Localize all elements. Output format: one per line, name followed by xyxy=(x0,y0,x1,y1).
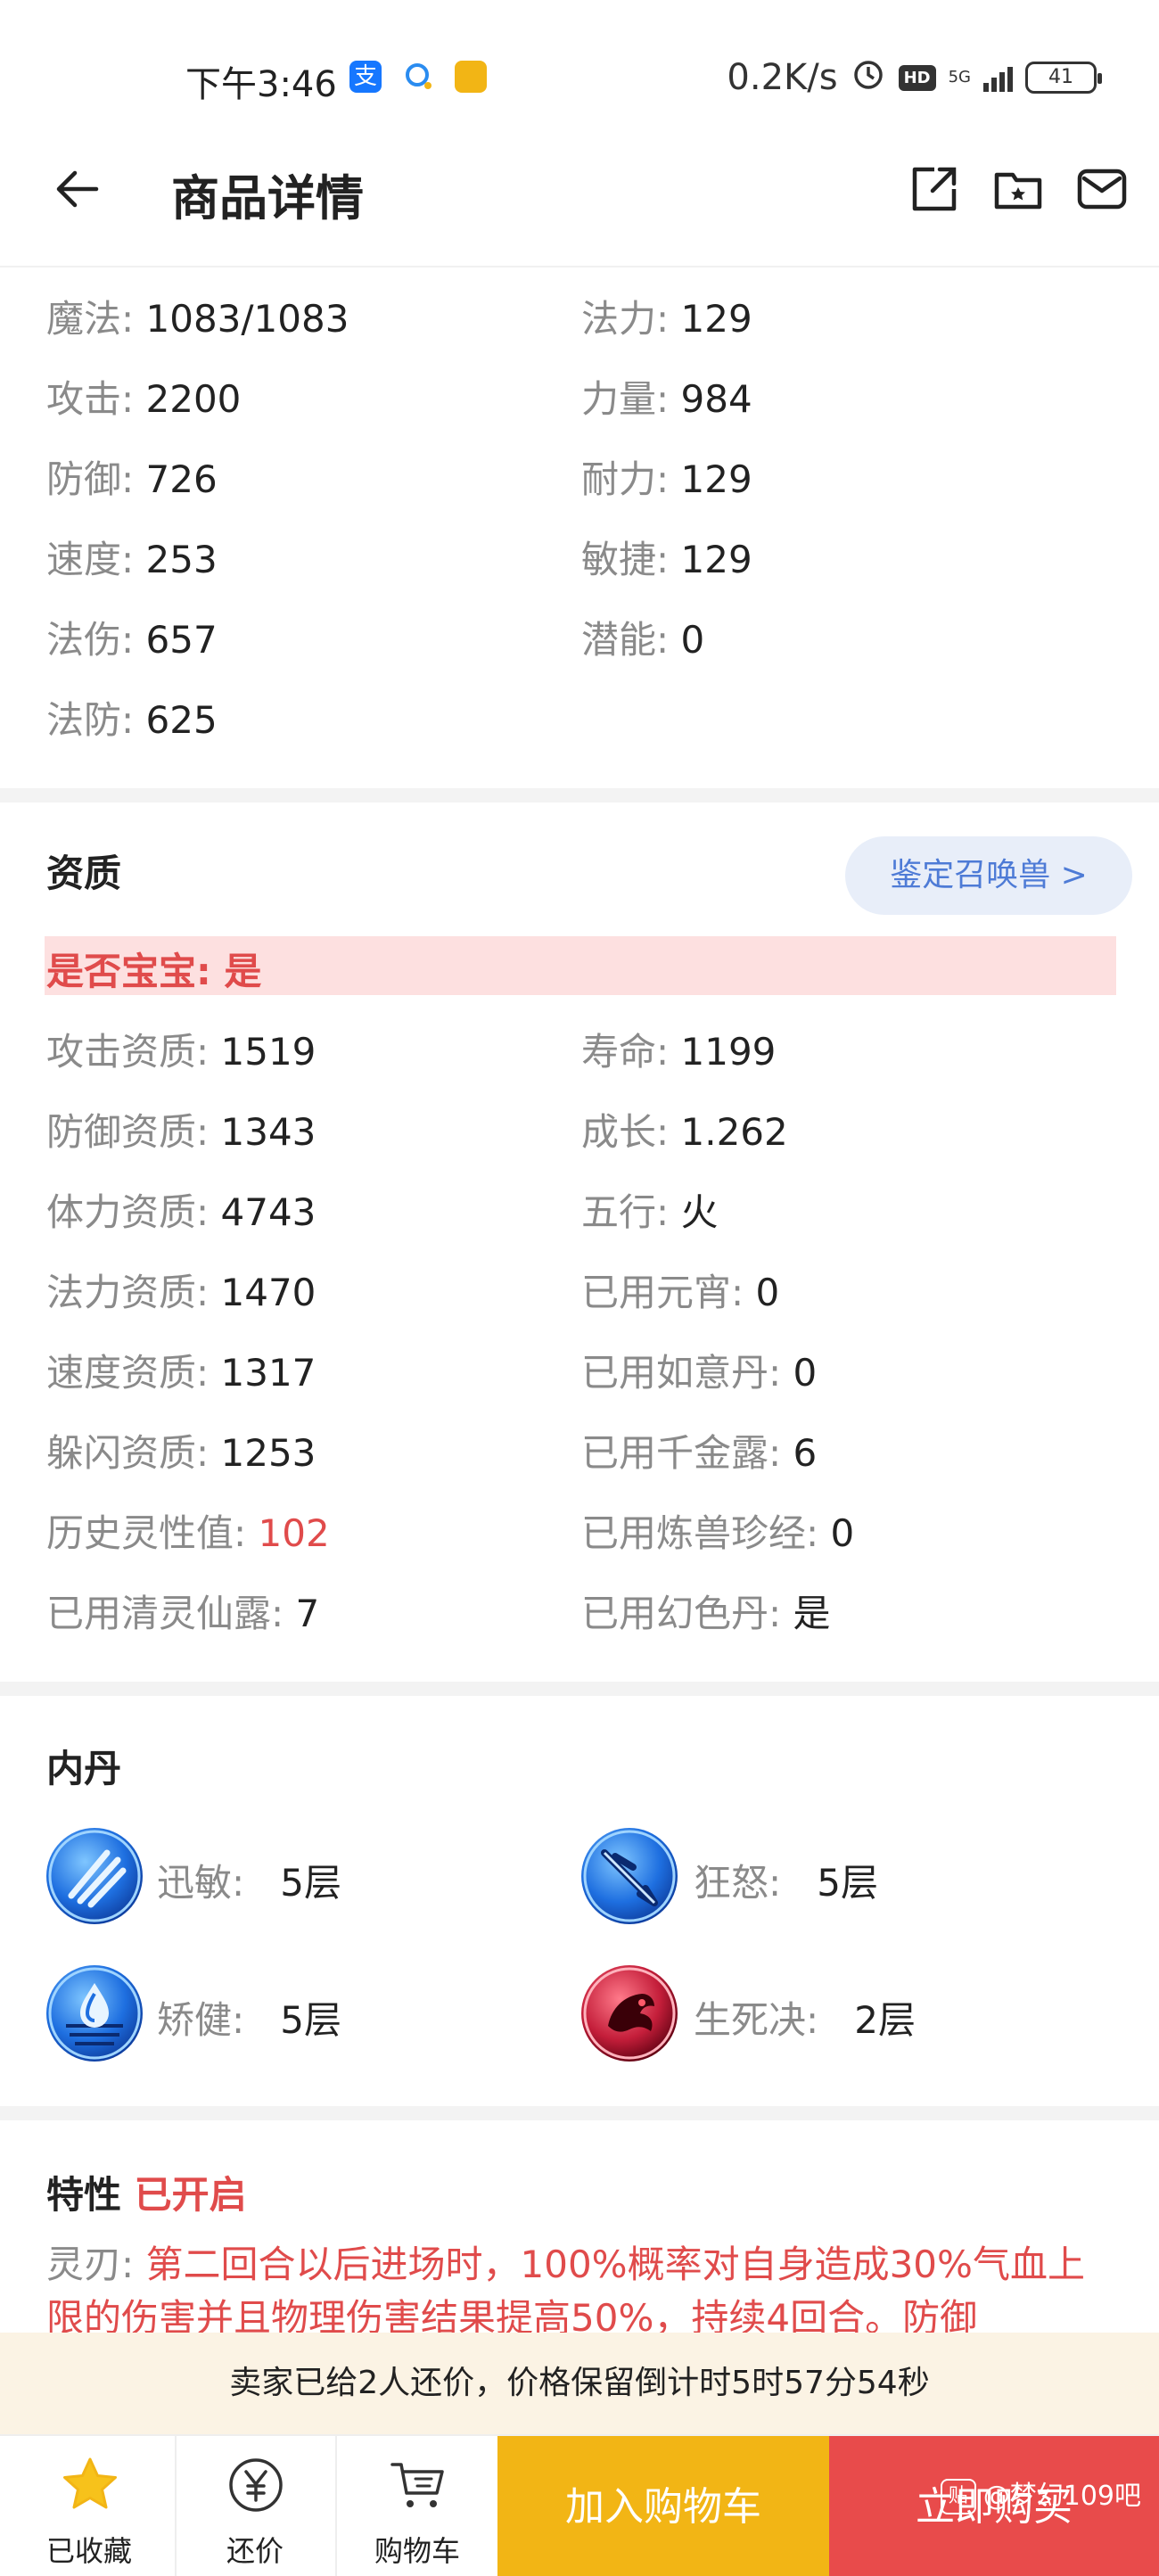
section-divider xyxy=(0,788,1159,802)
aptitude-right-0: 寿命: 1199 xyxy=(581,1030,777,1074)
aptitude-left-1: 防御资质: 1343 xyxy=(46,1110,316,1154)
stat-right-1: 力量: 984 xyxy=(581,377,752,421)
stat-right-0: 法力: 129 xyxy=(581,297,752,341)
aptitude-left-2: 体力资质: 4743 xyxy=(46,1190,316,1234)
aptitude-left-7: 已用清灵仙露: 7 xyxy=(46,1592,320,1635)
alarm-icon xyxy=(851,55,886,100)
aptitude-right-4: 已用如意丹: 0 xyxy=(581,1351,818,1395)
favorite-tab[interactable]: 已收藏 xyxy=(9,2436,169,2576)
message-mail-icon[interactable] xyxy=(1075,162,1129,216)
status-right-group: 0.2K/s HD 5G 41 xyxy=(727,55,1102,100)
notes-app-icon xyxy=(455,61,487,93)
back-arrow-icon[interactable] xyxy=(52,162,105,216)
stat-right-3: 敏捷: 129 xyxy=(581,538,752,581)
favorite-label: 已收藏 xyxy=(45,2534,132,2568)
section-divider xyxy=(0,1682,1159,1696)
share-icon[interactable] xyxy=(908,162,961,216)
net-speed: 0.2K/s xyxy=(727,57,838,98)
trait-description: 灵刃: 第二回合以后进场时，100%概率对自身造成30%气血上限的伤害并且物理伤… xyxy=(46,2243,1085,2340)
inner-dan-item-2: 矫健: 5层 xyxy=(157,1998,341,2042)
aptitude-right-5: 已用千金露: 6 xyxy=(581,1431,818,1475)
vigor-dan-icon[interactable] xyxy=(45,1963,144,2063)
navigation-bar: 商品详情 xyxy=(0,143,1159,267)
stat-left-4: 法伤: 657 xyxy=(46,618,218,662)
stat-left-3: 速度: 253 xyxy=(46,538,218,581)
inner-dan-title: 内丹 xyxy=(46,1747,122,1790)
watermark: 贴 @梦幻109吧 xyxy=(940,2425,1141,2567)
aptitude-right-1: 成长: 1.262 xyxy=(581,1110,788,1154)
aptitude-left-4: 速度资质: 1317 xyxy=(46,1351,316,1395)
yuan-bargain-icon xyxy=(226,2456,285,2514)
battery-icon: 41 xyxy=(1025,62,1102,94)
message-app-icon xyxy=(403,61,435,93)
aptitude-right-3: 已用元宵: 0 xyxy=(581,1271,780,1314)
aptitude-right-6: 已用炼兽珍经: 0 xyxy=(581,1511,855,1555)
stat-left-0: 魔法: 1083/1083 xyxy=(46,297,349,341)
fury-dan-icon[interactable] xyxy=(580,1826,679,1926)
appraise-summon-button[interactable]: 鉴定召唤兽 > xyxy=(845,836,1132,915)
add-to-cart-button[interactable]: 加入购物车 xyxy=(497,2436,829,2576)
trait-title: 特性 已开启 xyxy=(46,2173,247,2217)
trait-status: 已开启 xyxy=(134,2173,247,2217)
aptitude-left-5: 躲闪资质: 1253 xyxy=(46,1431,316,1475)
status-time: 下午3:46 xyxy=(185,64,337,105)
tieba-icon: 贴 xyxy=(940,2478,976,2514)
stat-right-4: 潜能: 0 xyxy=(581,618,705,662)
stat-left-5: 法防: 625 xyxy=(46,698,218,742)
aptitude-left-6: 历史灵性值: 102 xyxy=(46,1511,330,1555)
folder-favorite-icon[interactable] xyxy=(991,162,1045,216)
life-death-dan-icon[interactable] xyxy=(580,1963,679,2063)
buy-now-button[interactable]: 立即购买 贴 @梦幻109吧 xyxy=(829,2436,1159,2576)
shopping-cart-icon xyxy=(389,2456,448,2514)
network-type: 5G xyxy=(948,68,971,86)
stat-right-2: 耐力: 129 xyxy=(581,457,752,501)
cart-tab[interactable]: 购物车 xyxy=(337,2436,497,2576)
inner-dan-item-0: 迅敏: 5层 xyxy=(157,1861,341,1905)
inner-dan-item-3: 生死决: 2层 xyxy=(694,1998,916,2042)
swift-dan-icon[interactable] xyxy=(45,1826,144,1926)
hd-badge: HD xyxy=(898,64,936,91)
bargain-tab[interactable]: 还价 xyxy=(175,2436,335,2576)
stat-left-1: 攻击: 2200 xyxy=(46,377,242,421)
bargain-label: 还价 xyxy=(226,2534,284,2568)
bottom-action-bar: 已收藏 还价 购物车 加入购物车 立即购买 贴 @梦幻109吧 xyxy=(0,2434,1159,2576)
aptitude-right-2: 五行: 火 xyxy=(581,1190,719,1234)
watermark-text: @梦幻109吧 xyxy=(982,2481,1141,2512)
aptitude-title: 资质 xyxy=(46,852,122,895)
aptitude-right-7: 已用幻色丹: 是 xyxy=(581,1592,831,1635)
is-baby-label: 是否宝宝: 是 xyxy=(46,950,262,993)
page-title: 商品详情 xyxy=(171,170,364,226)
signal-icon xyxy=(983,63,1013,92)
section-divider xyxy=(0,2106,1159,2120)
aptitude-left-3: 法力资质: 1470 xyxy=(46,1271,316,1314)
stat-left-2: 防御: 726 xyxy=(46,457,218,501)
status-bar: 下午3:46 支 0.2K/s HD 5G 41 xyxy=(0,0,1159,143)
star-icon xyxy=(61,2456,119,2514)
bargain-notice-bar: 卖家已给2人还价，价格保留倒计时5时57分54秒 xyxy=(0,2333,1159,2434)
cart-label: 购物车 xyxy=(374,2534,460,2568)
aptitude-left-0: 攻击资质: 1519 xyxy=(46,1030,316,1074)
alipay-icon: 支 xyxy=(349,61,382,93)
inner-dan-item-1: 狂怒: 5层 xyxy=(694,1861,878,1905)
